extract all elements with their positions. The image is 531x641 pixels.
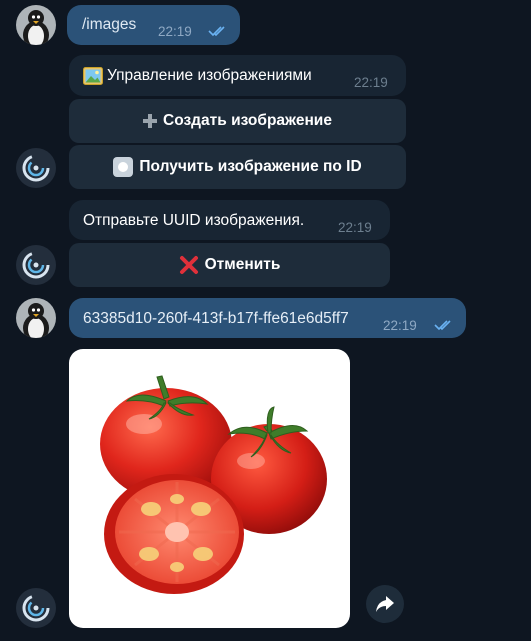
- penguin-avatar-icon: [16, 5, 56, 45]
- message-time: 22:19: [383, 318, 417, 333]
- plus-icon: [143, 114, 158, 128]
- penguin-avatar-icon: [16, 298, 56, 338]
- message-cmd[interactable]: /images 22:19: [67, 5, 240, 45]
- create-image-label: Создать изображение: [163, 112, 332, 129]
- share-arrow-icon: [376, 596, 394, 612]
- menu-title: Управление изображениями: [107, 67, 312, 84]
- get-image-by-id-label: Получить изображение по ID: [139, 158, 362, 175]
- message-text: 63385d10-260f-413f-b17f-ffe61e6d5ff7: [83, 310, 349, 327]
- double-check-icon: [434, 320, 451, 331]
- cross-icon: [179, 256, 198, 274]
- message-time: 22:19: [354, 75, 388, 90]
- message-time: 22:19: [158, 24, 192, 39]
- message-time: 22:19: [338, 220, 372, 235]
- message-text: Отправьте UUID изображения.: [83, 212, 305, 229]
- message-menu[interactable]: Управление изображениями 22:19: [69, 55, 406, 96]
- message-prompt[interactable]: Отправьте UUID изображения. 22:19: [69, 200, 390, 240]
- bot-logo-icon: [16, 588, 56, 628]
- user-avatar[interactable]: [16, 5, 56, 45]
- get-image-by-id-button[interactable]: Получить изображение по ID: [69, 145, 406, 189]
- create-image-button[interactable]: Создать изображение: [69, 99, 406, 143]
- cancel-button[interactable]: Отменить: [69, 243, 390, 287]
- cancel-label: Отменить: [204, 256, 281, 273]
- forward-button[interactable]: [366, 585, 404, 623]
- image-message[interactable]: [69, 349, 350, 628]
- bot-logo-icon: [16, 245, 56, 285]
- bot-avatar[interactable]: [16, 148, 56, 188]
- message-text: /images: [82, 16, 137, 33]
- picture-icon: [83, 67, 103, 85]
- user-avatar[interactable]: [16, 298, 56, 338]
- double-check-icon: [208, 26, 225, 37]
- message-uuid[interactable]: 63385d10-260f-413f-b17f-ffe61e6d5ff7 22:…: [69, 298, 466, 338]
- bot-logo-icon: [16, 148, 56, 188]
- bot-avatar[interactable]: [16, 245, 56, 285]
- menu-title-row: Управление изображениями: [83, 66, 312, 86]
- record-icon: [113, 157, 134, 177]
- bot-avatar[interactable]: [16, 588, 56, 628]
- tomato-image: [100, 375, 327, 594]
